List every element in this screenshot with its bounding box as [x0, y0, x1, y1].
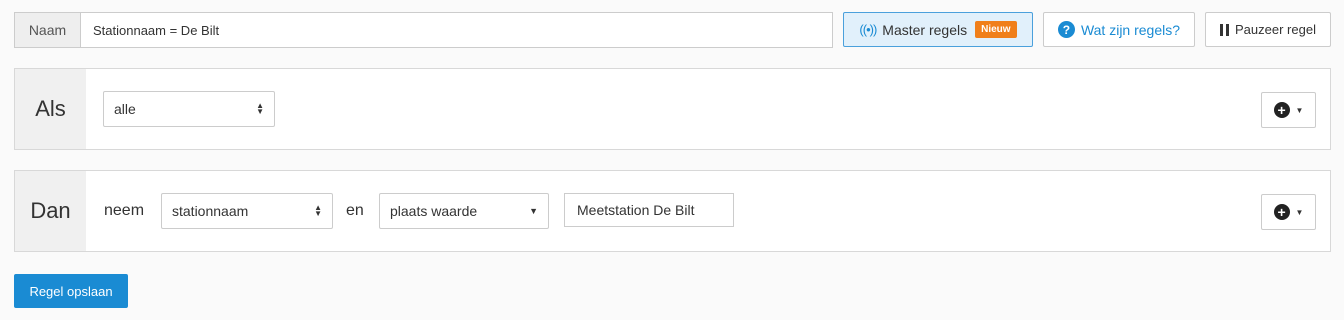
pause-icon: [1220, 23, 1230, 36]
add-action-button[interactable]: + ▼: [1261, 194, 1316, 230]
action-panel: Dan neem stationnaam ▲ ▼ en plaats waarde…: [14, 170, 1331, 252]
rule-name-input[interactable]: [80, 12, 833, 48]
pause-rule-button[interactable]: Pauzeer regel: [1205, 12, 1331, 47]
add-condition-button[interactable]: + ▼: [1261, 92, 1316, 128]
condition-select[interactable]: alle ▲ ▼: [103, 91, 275, 127]
question-icon: ?: [1057, 21, 1075, 38]
caret-down-icon: ▼: [529, 206, 538, 216]
caret-down-icon: ▼: [1295, 105, 1304, 115]
updown-arrows-icon: ▲ ▼: [256, 101, 264, 116]
and-word: en: [346, 202, 364, 219]
plus-circle-icon: +: [1273, 102, 1290, 118]
what-are-rules-label: Wat zijn regels?: [1080, 21, 1181, 38]
take-word: neem: [104, 202, 145, 219]
value-input[interactable]: Meetstation De Bilt: [564, 193, 734, 227]
caret-down-icon: ▼: [1295, 207, 1304, 217]
updown-arrows-icon: ▲ ▼: [314, 203, 322, 218]
field-select-value: stationnaam: [172, 203, 249, 219]
new-badge: Nieuw: [975, 21, 1017, 38]
master-rules-label: Master regels: [882, 21, 968, 38]
condition-panel: Als alle ▲ ▼ + ▼: [14, 68, 1331, 150]
rule-name-group: Naam: [14, 12, 833, 48]
field-select[interactable]: stationnaam ▲ ▼: [161, 193, 333, 229]
action-select-value: plaats waarde: [390, 203, 478, 219]
action-heading: Dan: [15, 171, 86, 251]
master-rules-button[interactable]: ((•)) Master regels Nieuw: [843, 12, 1033, 47]
pause-rule-label: Pauzeer regel: [1235, 22, 1316, 37]
condition-select-value: alle: [114, 101, 136, 117]
condition-heading: Als: [15, 69, 86, 149]
action-select[interactable]: plaats waarde ▼: [379, 193, 549, 229]
plus-circle-icon: +: [1273, 204, 1290, 220]
save-rule-button[interactable]: Regel opslaan: [14, 274, 128, 308]
broadcast-icon: ((•)): [859, 22, 877, 37]
what-are-rules-button[interactable]: ? Wat zijn regels?: [1043, 12, 1195, 47]
rule-name-label: Naam: [14, 12, 80, 48]
